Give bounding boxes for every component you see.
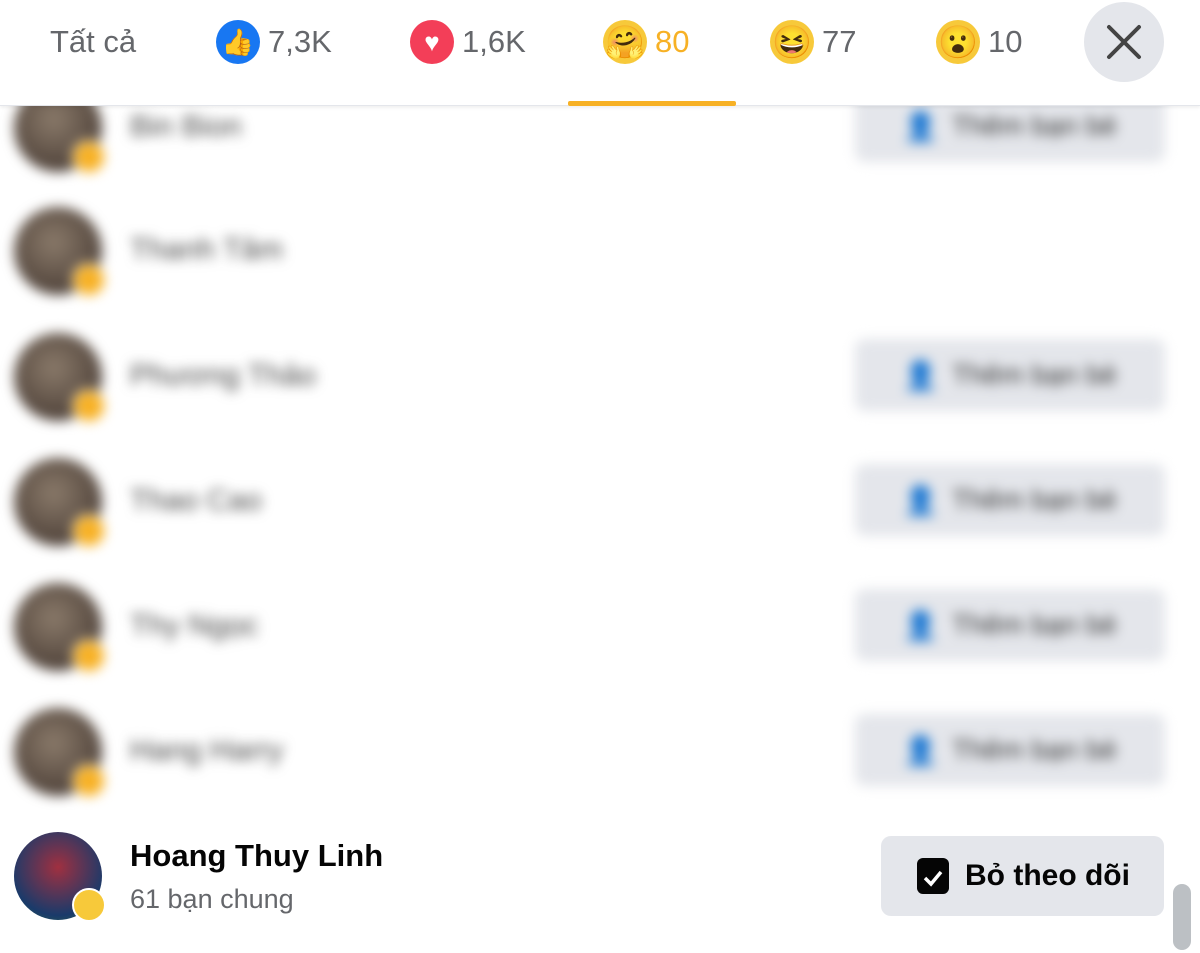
care-icon: [72, 764, 106, 798]
add-friend-button[interactable]: 👤 Thêm bạn bè: [855, 714, 1165, 786]
tab-label: 1,6K: [462, 24, 526, 59]
button-label: Thêm bạn bè: [951, 609, 1117, 640]
button-label: Thêm bạn bè: [951, 734, 1117, 765]
reaction-tabs: Tất cả 👍 7,3K ♥ 1,6K 🤗 80 😆 77 😮 10: [0, 0, 1200, 106]
care-icon: [72, 514, 106, 548]
haha-icon: 😆: [770, 20, 814, 64]
add-friend-button[interactable]: 👤 Thêm bạn bè: [855, 464, 1165, 536]
add-friend-button[interactable]: 👤 Thêm bạn bè: [855, 339, 1165, 411]
add-friend-button[interactable]: 👤 Thêm bạn bè: [855, 589, 1165, 661]
add-friend-icon: 👤: [903, 484, 938, 516]
tab-label: 80: [655, 24, 690, 59]
list-item[interactable]: Hang Harry 👤 Thêm bạn bè: [0, 696, 1200, 806]
button-label: Thêm bạn bè: [951, 359, 1117, 390]
tab-label: Tất cả: [50, 24, 137, 59]
tab-wow[interactable]: 😮 10: [936, 20, 1022, 64]
tab-love[interactable]: ♥ 1,6K: [410, 20, 526, 64]
list-item[interactable]: Phương Thảo 👤 Thêm bạn bè: [0, 321, 1200, 431]
unfollow-button[interactable]: Bỏ theo dõi: [881, 836, 1164, 916]
list-item-featured[interactable]: Hoang Thuy Linh 61 bạn chung Bỏ theo dõi: [0, 810, 1200, 953]
care-icon: [72, 263, 106, 297]
care-icon: [72, 639, 106, 673]
tab-all[interactable]: Tất cả: [50, 20, 136, 64]
button-label: Thêm bạn bè: [951, 110, 1117, 141]
button-label: Thêm bạn bè: [951, 484, 1117, 515]
care-icon: 🤗: [603, 20, 647, 64]
care-icon: [72, 389, 106, 423]
mutual-friends: 61 bạn chung: [130, 884, 294, 914]
scrollbar-thumb[interactable]: [1173, 884, 1191, 950]
care-icon: [72, 140, 106, 174]
like-icon: 👍: [216, 20, 260, 64]
list-item[interactable]: Thao Cao 👤 Thêm bạn bè: [0, 446, 1200, 556]
user-name: Bin Bion: [130, 110, 242, 143]
user-name[interactable]: Hoang Thuy Linh: [130, 838, 383, 874]
user-name: Thy Ngọc: [130, 609, 259, 642]
add-friend-icon: 👤: [903, 734, 938, 766]
close-button[interactable]: [1084, 2, 1164, 82]
tab-haha[interactable]: 😆 77: [770, 20, 856, 64]
user-name: Phương Thảo: [130, 359, 316, 392]
list-item[interactable]: Thanh Tâm: [0, 195, 1200, 305]
active-tab-indicator: [568, 101, 736, 106]
care-icon: [72, 888, 106, 922]
button-label: Bỏ theo dõi: [965, 859, 1130, 892]
tab-like[interactable]: 👍 7,3K: [216, 20, 332, 64]
love-icon: ♥: [410, 20, 454, 64]
user-name: Thao Cao: [130, 484, 262, 517]
close-icon: [1107, 25, 1141, 59]
tab-label: 7,3K: [268, 24, 332, 59]
user-name: Thanh Tâm: [130, 233, 283, 266]
add-friend-icon: 👤: [903, 609, 938, 641]
list-item[interactable]: Thy Ngọc 👤 Thêm bạn bè: [0, 571, 1200, 681]
user-name: Hang Harry: [130, 734, 284, 767]
tab-label: 77: [822, 24, 857, 59]
following-check-icon: [917, 858, 949, 894]
tab-care[interactable]: 🤗 80: [603, 20, 689, 64]
tab-label: 10: [988, 24, 1023, 59]
add-friend-icon: 👤: [903, 359, 938, 391]
add-friend-icon: 👤: [903, 110, 938, 142]
wow-icon: 😮: [936, 20, 980, 64]
